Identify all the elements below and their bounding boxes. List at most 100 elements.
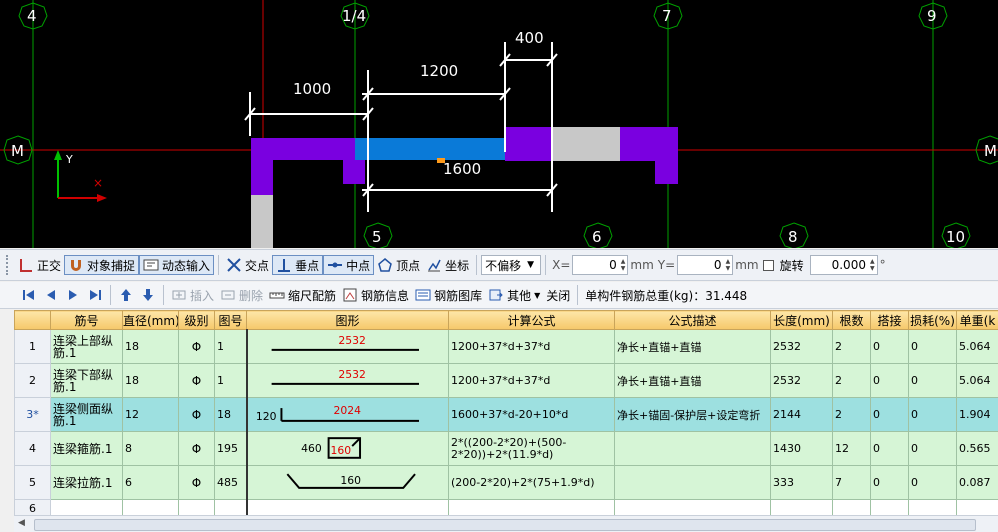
cell-grade[interactable]: Φ — [179, 330, 215, 364]
vertex-snap-button[interactable]: 顶点 — [374, 255, 423, 275]
cell-bar-name[interactable]: 连梁下部纵筋.1 — [51, 364, 123, 398]
cell-formula[interactable]: 2*((200-2*20)+(500-2*20))+2*(11.9*d) — [449, 432, 615, 466]
cell-unit-weight[interactable]: 0.087 — [957, 466, 998, 500]
cell-bar-name[interactable]: 连梁侧面纵筋.1 — [51, 398, 123, 432]
cell-description[interactable]: 净长+直锚+直锚 — [615, 330, 771, 364]
cell-formula[interactable]: (200-2*20)+2*(75+1.9*d) — [449, 466, 615, 500]
beam-geometry[interactable] — [251, 127, 678, 248]
cell-shape-no[interactable]: 485 — [215, 466, 247, 500]
horizontal-scrollbar[interactable]: ◀ — [14, 515, 998, 532]
insert-button[interactable]: 插入 — [168, 285, 217, 305]
row-number[interactable]: 1 — [15, 330, 51, 364]
header-corner[interactable] — [15, 311, 51, 330]
dynamic-input-button[interactable]: 动态输入 — [139, 255, 214, 275]
close-button[interactable]: 关闭 — [543, 285, 573, 305]
cell-description[interactable] — [615, 432, 771, 466]
rebar-library-button[interactable]: 钢筋图库 — [412, 285, 485, 305]
cell-unit-weight[interactable]: 5.064 — [957, 364, 998, 398]
delete-button[interactable]: 删除 — [217, 285, 266, 305]
midpoint-snap-button[interactable]: 中点 — [323, 255, 374, 275]
cad-drawing-canvas[interactable]: 1000 1200 400 1600 4 1/4 7 9 5 6 8 10 M — [0, 0, 998, 248]
other-menu-button[interactable]: 其他 ▼ — [485, 285, 543, 305]
cell-length[interactable]: 1430 — [771, 432, 833, 466]
header-diameter[interactable]: 直径(mm) — [123, 311, 179, 330]
cell-loss[interactable]: 0 — [909, 330, 957, 364]
ortho-button[interactable]: 正交 — [15, 255, 64, 275]
cell-grade[interactable]: Φ — [179, 398, 215, 432]
first-record-button[interactable] — [18, 285, 40, 305]
row-number[interactable]: 4 — [15, 432, 51, 466]
cell-loss[interactable]: 0 — [909, 432, 957, 466]
table-row[interactable]: 4 连梁箍筋.1 8 Φ 195 460 160 2*((200-2*20)+(… — [15, 432, 998, 466]
rebar-info-button[interactable]: 钢筋信息 — [339, 285, 412, 305]
scrollbar-thumb[interactable] — [34, 519, 976, 531]
cell-grade[interactable]: Φ — [179, 364, 215, 398]
table-row[interactable]: 2 连梁下部纵筋.1 18 Φ 1 2532 1200+37*d+37*d 净长… — [15, 364, 998, 398]
rotate-angle-input[interactable]: 0.000 ▲▼ — [810, 255, 878, 275]
spinner-arrows-icon[interactable]: ▲▼ — [621, 258, 626, 272]
cell-shape[interactable]: 160 — [247, 466, 449, 500]
header-loss[interactable]: 损耗(%) — [909, 311, 957, 330]
cell-unit-weight[interactable]: 0.565 — [957, 432, 998, 466]
cell-lap[interactable]: 0 — [871, 364, 909, 398]
cell-shape[interactable]: 2532 — [247, 330, 449, 364]
spinner-arrows-icon[interactable]: ▲▼ — [726, 258, 731, 272]
cell-diameter[interactable]: 18 — [123, 330, 179, 364]
perpendicular-snap-button[interactable]: 垂点 — [272, 255, 323, 275]
header-length[interactable]: 长度(mm) — [771, 311, 833, 330]
cell-shape-no[interactable]: 18 — [215, 398, 247, 432]
object-snap-button[interactable]: 对象捕捉 — [64, 255, 139, 275]
header-shape[interactable]: 图形 — [247, 311, 449, 330]
x-coordinate-input[interactable]: 0 ▲▼ — [572, 255, 628, 275]
offset-mode-select[interactable]: 不偏移▼ — [481, 255, 541, 275]
coordinate-snap-button[interactable]: 坐标 — [423, 255, 472, 275]
cell-loss[interactable]: 0 — [909, 398, 957, 432]
header-bar-no[interactable]: 筋号 — [51, 311, 123, 330]
table-row[interactable]: 5 连梁拉筋.1 6 Φ 485 160 (200-2*20)+2*(75+1.… — [15, 466, 998, 500]
previous-record-button[interactable] — [40, 285, 62, 305]
cell-count[interactable]: 2 — [833, 330, 871, 364]
cell-bar-name[interactable]: 连梁拉筋.1 — [51, 466, 123, 500]
cell-length[interactable]: 2532 — [771, 364, 833, 398]
cell-lap[interactable]: 0 — [871, 330, 909, 364]
cell-bar-name[interactable]: 连梁上部纵筋.1 — [51, 330, 123, 364]
cell-length[interactable]: 2144 — [771, 398, 833, 432]
cell-formula[interactable]: 1600+37*d-20+10*d — [449, 398, 615, 432]
cell-description[interactable]: 净长+锚固-保护层+设定弯折 — [615, 398, 771, 432]
cell-unit-weight[interactable]: 1.904 — [957, 398, 998, 432]
row-number[interactable]: 5 — [15, 466, 51, 500]
cell-formula[interactable]: 1200+37*d+37*d — [449, 364, 615, 398]
cell-grade[interactable]: Φ — [179, 466, 215, 500]
cell-bar-name[interactable]: 连梁箍筋.1 — [51, 432, 123, 466]
cell-loss[interactable]: 0 — [909, 364, 957, 398]
intersection-snap-button[interactable]: 交点 — [223, 255, 272, 275]
y-coordinate-input[interactable]: 0 ▲▼ — [677, 255, 733, 275]
row-number[interactable]: 2 — [15, 364, 51, 398]
next-record-button[interactable] — [62, 285, 84, 305]
cell-diameter[interactable]: 12 — [123, 398, 179, 432]
last-record-button[interactable] — [84, 285, 106, 305]
cell-count[interactable]: 7 — [833, 466, 871, 500]
cell-lap[interactable]: 0 — [871, 466, 909, 500]
move-up-button[interactable] — [115, 285, 137, 305]
cell-shape-no[interactable]: 195 — [215, 432, 247, 466]
cell-lap[interactable]: 0 — [871, 398, 909, 432]
header-description[interactable]: 公式描述 — [615, 311, 771, 330]
row-number[interactable]: 3* — [15, 398, 51, 432]
cell-shape[interactable]: 120 2024 — [247, 398, 449, 432]
header-formula[interactable]: 计算公式 — [449, 311, 615, 330]
cell-diameter[interactable]: 18 — [123, 364, 179, 398]
toolbar-grip[interactable] — [6, 255, 11, 275]
header-count[interactable]: 根数 — [833, 311, 871, 330]
cell-grade[interactable]: Φ — [179, 432, 215, 466]
scroll-left-icon[interactable]: ◀ — [18, 518, 25, 528]
cell-count[interactable]: 12 — [833, 432, 871, 466]
cell-formula[interactable]: 1200+37*d+37*d — [449, 330, 615, 364]
cell-diameter[interactable]: 8 — [123, 432, 179, 466]
rotate-checkbox[interactable] — [763, 260, 774, 271]
cell-description[interactable] — [615, 466, 771, 500]
cell-loss[interactable]: 0 — [909, 466, 957, 500]
cell-lap[interactable]: 0 — [871, 432, 909, 466]
table-row[interactable]: 1 连梁上部纵筋.1 18 Φ 1 2532 1200+37*d+37*d 净长… — [15, 330, 998, 364]
cell-count[interactable]: 2 — [833, 364, 871, 398]
